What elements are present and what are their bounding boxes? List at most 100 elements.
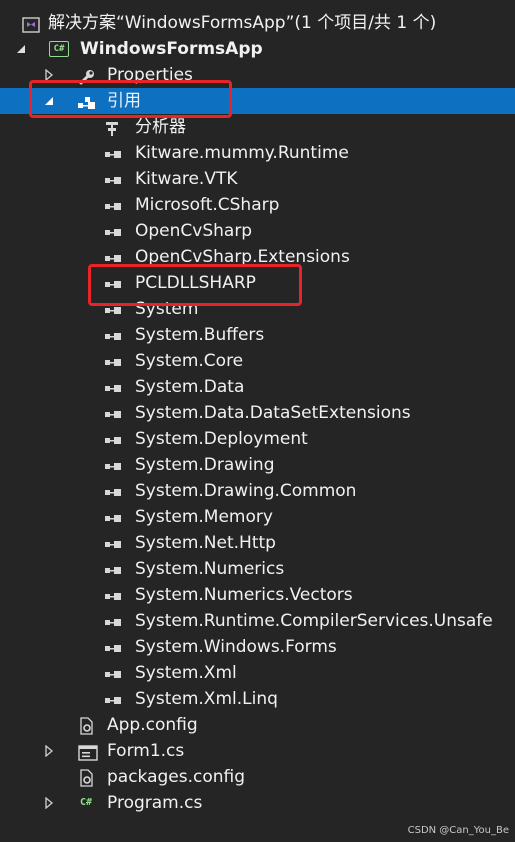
reference-item[interactable]: System.Core [0, 348, 515, 374]
reference-label: System.Data [135, 377, 245, 397]
packages-config-node[interactable]: packages.config [0, 764, 515, 790]
reference-item[interactable]: System.Net.Http [0, 530, 515, 556]
assembly-reference-icon [104, 327, 122, 343]
reference-item[interactable]: System.Xml.Linq [0, 686, 515, 712]
assembly-reference-icon [104, 613, 122, 629]
assembly-reference-icon [104, 353, 122, 369]
references-label: 引用 [107, 91, 141, 111]
reference-label: System.Drawing [135, 455, 275, 475]
reference-label: Kitware.mummy.Runtime [135, 143, 349, 163]
reference-label: PCLDLLSHARP [135, 273, 256, 293]
reference-label: System.Xml [135, 663, 237, 683]
reference-label: System.Numerics.Vectors [135, 585, 353, 605]
reference-item[interactable]: PCLDLLSHARP [0, 270, 515, 296]
assembly-reference-icon [104, 405, 122, 421]
assembly-reference-icon [104, 691, 122, 707]
reference-label: System [135, 299, 199, 319]
reference-label: System.Data.DataSetExtensions [135, 403, 411, 423]
reference-item[interactable]: System.Data.DataSetExtensions [0, 400, 515, 426]
csharp-project-icon: C# [49, 41, 69, 57]
reference-item[interactable]: OpenCvSharp [0, 218, 515, 244]
reference-item[interactable]: OpenCvSharp.Extensions [0, 244, 515, 270]
reference-item[interactable]: System.Drawing [0, 452, 515, 478]
assembly-reference-icon [104, 223, 122, 239]
reference-label: Microsoft.CSharp [135, 195, 280, 215]
reference-label: System.Windows.Forms [135, 637, 337, 657]
reference-label: System.Net.Http [135, 533, 276, 553]
collapsed-arrow-icon[interactable] [42, 738, 56, 764]
assembly-reference-icon [104, 457, 122, 473]
assembly-reference-icon [104, 275, 122, 291]
form1-label: Form1.cs [107, 741, 185, 761]
reference-item[interactable]: Kitware.mummy.Runtime [0, 140, 515, 166]
reference-item[interactable]: System [0, 296, 515, 322]
project-node[interactable]: C# WindowsFormsApp [0, 36, 515, 62]
reference-label: System.Numerics [135, 559, 285, 579]
form1-node[interactable]: Form1.cs [0, 738, 515, 764]
reference-item[interactable]: System.Data [0, 374, 515, 400]
assembly-reference-icon [104, 639, 122, 655]
properties-label: Properties [107, 65, 193, 85]
assembly-reference-icon [104, 301, 122, 317]
reference-item[interactable]: System.Numerics.Vectors [0, 582, 515, 608]
solution-explorer-tree: 解决方案“WindowsFormsApp”(1 个项目/共 1 个) C# Wi… [0, 10, 515, 816]
properties-node[interactable]: Properties [0, 62, 515, 88]
config-file-icon [78, 769, 96, 787]
assembly-reference-icon [104, 145, 122, 161]
reference-item[interactable]: System.Deployment [0, 426, 515, 452]
solution-node[interactable]: 解决方案“WindowsFormsApp”(1 个项目/共 1 个) [0, 10, 515, 36]
assembly-reference-icon [104, 379, 122, 395]
program-label: Program.cs [107, 793, 203, 813]
reference-list: Kitware.mummy.Runtime Kitware.VTK Microsof… [0, 140, 515, 712]
expanded-arrow-icon[interactable] [42, 88, 56, 114]
analyzers-label: 分析器 [135, 117, 186, 137]
reference-item[interactable]: Kitware.VTK [0, 166, 515, 192]
assembly-reference-icon [104, 483, 122, 499]
assembly-reference-icon [104, 249, 122, 265]
visual-studio-solution-icon [22, 15, 40, 33]
reference-item[interactable]: System.Xml [0, 660, 515, 686]
assembly-reference-icon [104, 587, 122, 603]
assembly-reference-icon [104, 431, 122, 447]
references-node[interactable]: 引用 [0, 88, 515, 114]
reference-label: System.Deployment [135, 429, 308, 449]
reference-label: System.Xml.Linq [135, 689, 278, 709]
csharp-file-icon: C# [80, 797, 93, 808]
assembly-reference-icon [104, 665, 122, 681]
reference-item[interactable]: Microsoft.CSharp [0, 192, 515, 218]
reference-label: Kitware.VTK [135, 169, 238, 189]
analyzer-icon [104, 119, 122, 136]
project-label: WindowsFormsApp [80, 39, 263, 59]
reference-label: System.Buffers [135, 325, 265, 345]
assembly-reference-icon [104, 171, 122, 187]
watermark: CSDN @Can_You_Be [407, 825, 509, 836]
reference-item[interactable]: System.Runtime.CompilerServices.Unsafe [0, 608, 515, 634]
expanded-arrow-icon[interactable] [14, 36, 28, 62]
packages-config-label: packages.config [107, 767, 246, 787]
assembly-reference-icon [104, 509, 122, 525]
reference-item[interactable]: System.Memory [0, 504, 515, 530]
reference-label: System.Core [135, 351, 244, 371]
form-icon [78, 743, 98, 761]
analyzers-node[interactable]: 分析器 [0, 114, 515, 140]
csharp-badge: C# [49, 41, 69, 57]
reference-label: OpenCvSharp.Extensions [135, 247, 350, 267]
assembly-reference-icon [104, 535, 122, 551]
collapsed-arrow-icon[interactable] [42, 790, 56, 816]
solution-label: 解决方案“WindowsFormsApp”(1 个项目/共 1 个) [48, 13, 437, 33]
program-node[interactable]: C# Program.cs [0, 790, 515, 816]
references-icon [77, 93, 95, 109]
reference-item[interactable]: System.Buffers [0, 322, 515, 348]
reference-item[interactable]: System.Windows.Forms [0, 634, 515, 660]
app-config-node[interactable]: App.config [0, 712, 515, 738]
assembly-reference-icon [104, 561, 122, 577]
reference-label: System.Runtime.CompilerServices.Unsafe [135, 611, 493, 631]
reference-item[interactable]: System.Drawing.Common [0, 478, 515, 504]
assembly-reference-icon [104, 197, 122, 213]
config-file-icon [78, 717, 96, 735]
collapsed-arrow-icon[interactable] [42, 62, 56, 88]
app-config-label: App.config [107, 715, 198, 735]
reference-label: System.Drawing.Common [135, 481, 357, 501]
reference-label: OpenCvSharp [135, 221, 253, 241]
reference-item[interactable]: System.Numerics [0, 556, 515, 582]
